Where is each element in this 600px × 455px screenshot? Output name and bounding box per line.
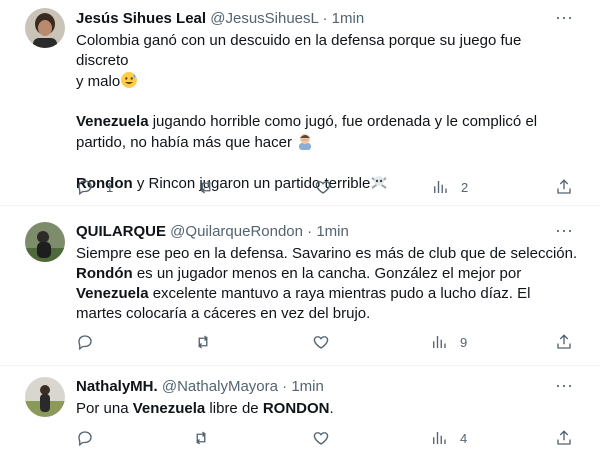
separator-dot: · xyxy=(282,378,288,395)
reply-button[interactable] xyxy=(76,332,106,352)
tweet-header: QUILARQUE @QuilarqueRondon · 1min xyxy=(76,222,540,242)
retweet-icon xyxy=(201,180,211,194)
heart-icon xyxy=(313,432,329,445)
text-line: Colombia ganó con un descuido en la defe… xyxy=(76,32,522,69)
views-button[interactable]: 4 xyxy=(430,428,467,448)
bold-mention: Venezuela xyxy=(76,285,149,302)
author-name[interactable]: NathalyMH. xyxy=(76,378,158,395)
text-line: martes colocaría a cáceres en vez del br… xyxy=(76,305,371,322)
timestamp[interactable]: 1min xyxy=(316,223,349,240)
retweet-button[interactable] xyxy=(194,332,224,352)
share-button[interactable] xyxy=(555,177,573,197)
text-line: partido, no había más que hacer xyxy=(76,134,292,151)
text-line: es un jugador menos en la cancha. Gonzál… xyxy=(132,265,522,282)
reply-count: 1 xyxy=(106,179,114,195)
reply-icon xyxy=(78,180,92,196)
author-handle[interactable]: @NathalyMayora xyxy=(162,378,278,395)
text-line: Siempre ese peo en la defensa. Savarino … xyxy=(76,245,578,262)
reply-icon xyxy=(78,431,92,447)
share-icon xyxy=(557,430,571,445)
author-name[interactable]: QUILARQUE xyxy=(76,223,166,240)
views-count: 2 xyxy=(461,179,469,195)
text-segment: Por una xyxy=(76,400,133,417)
tweet-text: Por una Venezuela libre de RONDON. xyxy=(76,399,578,419)
like-button[interactable] xyxy=(314,177,344,197)
timestamp[interactable]: 1min xyxy=(332,10,365,27)
text-line: y malo xyxy=(76,73,121,90)
retweet-button[interactable] xyxy=(192,428,222,448)
tweet-3[interactable]: NathalyMH. @NathalyMayora · 1min ··· Por… xyxy=(0,366,600,455)
share-icon xyxy=(557,179,571,194)
avatar[interactable] xyxy=(25,222,65,262)
heart-icon xyxy=(313,336,329,349)
avatar[interactable] xyxy=(25,377,65,417)
share-icon xyxy=(557,334,571,349)
views-button[interactable]: 2 xyxy=(431,177,468,197)
like-button[interactable] xyxy=(312,428,342,448)
analytics-icon xyxy=(434,181,447,193)
views-count: 4 xyxy=(460,430,468,446)
retweet-icon xyxy=(196,431,206,445)
share-button[interactable] xyxy=(555,332,573,352)
timestamp[interactable]: 1min xyxy=(291,378,324,395)
sweat-smile-emoji-icon xyxy=(121,72,138,88)
text-segment: . xyxy=(329,400,334,417)
bold-mention: Venezuela xyxy=(132,400,206,417)
more-options-icon[interactable]: ··· xyxy=(554,376,574,397)
retweet-icon xyxy=(198,335,208,349)
bold-mention: Rondón xyxy=(76,265,133,282)
analytics-icon xyxy=(433,336,446,348)
action-bar: 1 2 xyxy=(76,177,580,197)
text-line: jugando horrible como jugó, fue ordenada… xyxy=(148,113,538,130)
separator-dot: · xyxy=(307,223,313,240)
tweet-header: NathalyMH. @NathalyMayora · 1min xyxy=(76,377,540,397)
analytics-icon xyxy=(433,432,446,444)
text-line: excelente mantuvo a raya mientras pudo a… xyxy=(148,285,531,302)
retweet-button[interactable] xyxy=(197,177,227,197)
reply-icon xyxy=(78,335,92,351)
more-options-icon[interactable]: ··· xyxy=(554,8,574,29)
more-options-icon[interactable]: ··· xyxy=(554,221,574,242)
text-segment: libre de xyxy=(205,400,263,417)
action-bar: 4 xyxy=(76,428,580,448)
tweet-1[interactable]: Jesús Sihues Leal @JesusSihuesL · 1min ·… xyxy=(0,0,600,206)
bold-mention: RONDON xyxy=(262,400,330,417)
separator-dot: · xyxy=(322,10,328,27)
author-name[interactable]: Jesús Sihues Leal xyxy=(76,10,206,27)
reply-button[interactable] xyxy=(76,428,106,448)
share-button[interactable] xyxy=(555,428,573,448)
tweet-2[interactable]: QUILARQUE @QuilarqueRondon · 1min ··· Si… xyxy=(0,206,600,366)
man-facepalming-emoji-icon xyxy=(299,134,312,150)
author-handle[interactable]: @JesusSihuesL xyxy=(210,10,318,27)
heart-icon xyxy=(315,181,331,194)
tweet-text: Siempre ese peo en la defensa. Savarino … xyxy=(76,244,578,324)
views-count: 9 xyxy=(460,334,468,350)
like-button[interactable] xyxy=(312,332,342,352)
views-button[interactable]: 9 xyxy=(430,332,467,352)
author-handle[interactable]: @QuilarqueRondon xyxy=(170,223,303,240)
tweet-text: Colombia ganó con un descuido en la defe… xyxy=(76,31,578,194)
bold-mention: Venezuela xyxy=(76,113,149,130)
reply-button[interactable]: 1 xyxy=(76,177,113,197)
avatar[interactable] xyxy=(25,8,65,48)
tweet-header: Jesús Sihues Leal @JesusSihuesL · 1min xyxy=(76,9,540,29)
action-bar: 9 xyxy=(76,332,580,352)
